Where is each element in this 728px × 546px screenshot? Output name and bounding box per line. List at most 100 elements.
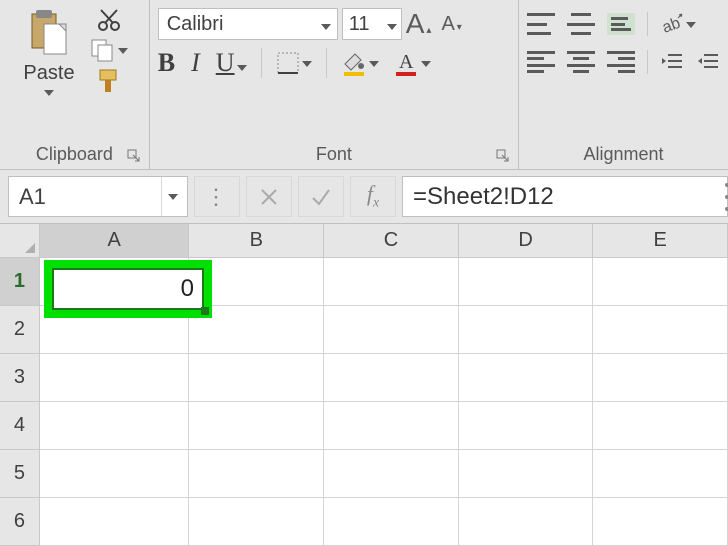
decrease-indent-button[interactable]	[660, 51, 684, 73]
fx-icon: fx	[367, 181, 379, 211]
cell-B5[interactable]	[189, 450, 324, 498]
paste-icon	[26, 8, 72, 60]
row-header-2[interactable]: 2	[0, 306, 40, 354]
cell-E1[interactable]	[593, 258, 728, 306]
align-middle-button[interactable]	[567, 13, 595, 35]
cell-C5[interactable]	[324, 450, 459, 498]
cut-button[interactable]	[97, 8, 121, 32]
font-launcher-icon[interactable]	[496, 149, 510, 163]
copy-menu-caret[interactable]	[118, 41, 128, 59]
borders-icon	[276, 51, 300, 75]
cell-A4[interactable]	[40, 402, 190, 450]
paste-menu-caret[interactable]	[44, 83, 54, 101]
font-group-label: Font	[158, 140, 510, 165]
column-header-C[interactable]: C	[324, 224, 459, 258]
formula-bar-options[interactable]: ⋮	[194, 176, 240, 217]
cell-E2[interactable]	[593, 306, 728, 354]
selected-cell-highlight: 0	[44, 260, 212, 318]
align-top-button[interactable]	[527, 13, 555, 35]
font-name-caret	[321, 13, 331, 36]
row-header-3[interactable]: 3	[0, 354, 40, 402]
align-right-button[interactable]	[607, 51, 635, 73]
orientation-caret	[686, 15, 696, 33]
decrease-indent-icon	[660, 51, 684, 73]
increase-indent-button[interactable]	[696, 51, 720, 73]
font-size-select[interactable]: 11	[342, 8, 402, 40]
paste-button[interactable]: Paste	[8, 6, 90, 126]
grid-row-4: 4	[0, 402, 728, 450]
cell-E3[interactable]	[593, 354, 728, 402]
select-all-corner[interactable]	[0, 224, 40, 258]
cell-D4[interactable]	[459, 402, 594, 450]
cell-B3[interactable]	[189, 354, 324, 402]
alignment-group-label: Alignment	[527, 140, 720, 165]
cell-D6[interactable]	[459, 498, 594, 546]
cell-E5[interactable]	[593, 450, 728, 498]
cell-C2[interactable]	[324, 306, 459, 354]
format-painter-button[interactable]	[96, 68, 122, 94]
column-headers: A B C D E	[0, 224, 728, 258]
formula-bar: A1 ⋮ fx =Sheet2!D12	[0, 170, 728, 224]
grow-font-button[interactable]: A▴	[406, 8, 432, 40]
insert-function-button[interactable]: fx	[350, 176, 396, 217]
align-left-button[interactable]	[527, 51, 555, 73]
clipboard-launcher-icon[interactable]	[127, 149, 141, 163]
cell-B4[interactable]	[189, 402, 324, 450]
cell-A3[interactable]	[40, 354, 190, 402]
row-header-1[interactable]: 1	[0, 258, 40, 306]
column-header-B[interactable]: B	[189, 224, 324, 258]
copy-button[interactable]	[90, 38, 128, 62]
cell-A5[interactable]	[40, 450, 190, 498]
cell-D2[interactable]	[459, 306, 594, 354]
fill-handle[interactable]	[201, 307, 209, 315]
underline-caret	[237, 48, 247, 78]
font-color-button[interactable]: A	[393, 50, 431, 76]
cancel-button[interactable]	[246, 176, 292, 217]
cell-C1[interactable]	[324, 258, 459, 306]
grid-row-3: 3	[0, 354, 728, 402]
clipboard-group-label: Clipboard	[8, 140, 141, 165]
row-header-4[interactable]: 4	[0, 402, 40, 450]
grid-row-6: 6	[0, 498, 728, 546]
cell-A6[interactable]	[40, 498, 190, 546]
name-box[interactable]: A1	[8, 176, 188, 217]
italic-button[interactable]: I	[191, 48, 200, 78]
svg-text:A: A	[399, 51, 414, 73]
grid-row-5: 5	[0, 450, 728, 498]
cell-C3[interactable]	[324, 354, 459, 402]
underline-button[interactable]: U	[216, 48, 247, 78]
cell-B6[interactable]	[189, 498, 324, 546]
formula-input[interactable]: =Sheet2!D12	[402, 176, 728, 217]
fill-color-caret	[369, 54, 379, 72]
row-header-5[interactable]: 5	[0, 450, 40, 498]
ribbon-group-clipboard: Paste	[0, 0, 150, 169]
column-header-A[interactable]: A	[40, 224, 190, 258]
cell-E4[interactable]	[593, 402, 728, 450]
font-size-caret	[387, 13, 397, 36]
cell-D5[interactable]	[459, 450, 594, 498]
check-icon	[311, 188, 331, 206]
fill-color-button[interactable]	[341, 50, 379, 76]
row-header-6[interactable]: 6	[0, 498, 40, 546]
svg-text:ab: ab	[660, 15, 683, 36]
align-bottom-button[interactable]	[607, 13, 635, 35]
cell-D3[interactable]	[459, 354, 594, 402]
font-name-value: Calibri	[167, 13, 224, 36]
bold-button[interactable]: B	[158, 48, 175, 78]
borders-caret	[302, 54, 312, 72]
align-center-button[interactable]	[567, 51, 595, 73]
column-header-D[interactable]: D	[459, 224, 594, 258]
orientation-button[interactable]: ab	[660, 12, 696, 36]
enter-button[interactable]	[298, 176, 344, 217]
cell-E6[interactable]	[593, 498, 728, 546]
font-name-select[interactable]: Calibri	[158, 8, 338, 40]
cancel-icon	[260, 188, 278, 206]
cell-C6[interactable]	[324, 498, 459, 546]
borders-button[interactable]	[276, 51, 312, 75]
shrink-font-button[interactable]: A▾	[441, 13, 461, 36]
font-size-value: 11	[349, 13, 370, 36]
cell-D1[interactable]	[459, 258, 594, 306]
cell-C4[interactable]	[324, 402, 459, 450]
name-box-caret[interactable]	[161, 177, 183, 216]
column-header-E[interactable]: E	[593, 224, 728, 258]
